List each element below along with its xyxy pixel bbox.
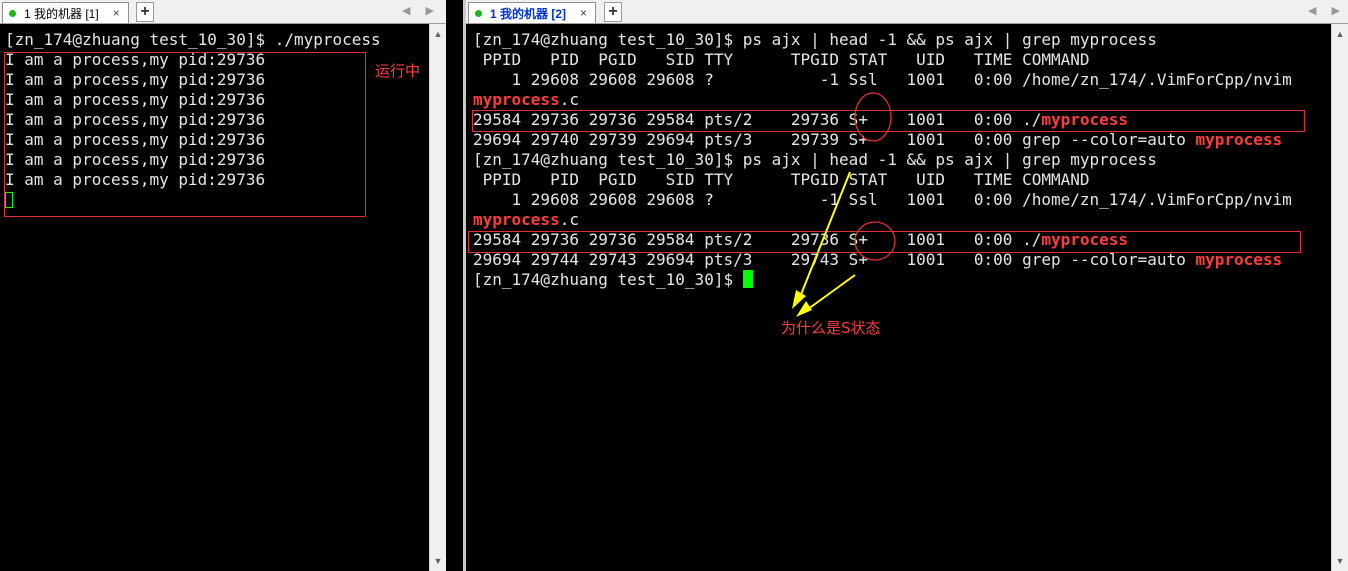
grep-match: myprocess (473, 90, 560, 109)
plus-icon: + (608, 3, 618, 20)
process-row-highlight-box (468, 231, 1301, 253)
left-tab-label: 1 我的机器 [1] (24, 6, 99, 21)
new-tab-button[interactable]: + (136, 2, 154, 22)
green-dot-icon (9, 9, 16, 17)
left-scrollbar[interactable]: ▲ ▼ (429, 24, 446, 571)
triangle-up-icon[interactable]: ▲ (1332, 26, 1348, 42)
command-line: [zn_174@zhuang test_10_30]$ ps ajx | hea… (473, 30, 1157, 49)
final-prompt: [zn_174@zhuang test_10_30]$ (473, 270, 743, 289)
close-icon[interactable]: × (113, 6, 120, 20)
triangle-down-icon[interactable]: ▼ (430, 553, 446, 569)
grep-match: myprocess (473, 210, 560, 229)
triangle-up-icon[interactable]: ▲ (430, 26, 446, 42)
new-tab-button[interactable]: + (604, 2, 622, 22)
left-session-tab[interactable]: 1 我的机器 [1] × (2, 2, 129, 23)
right-tab-bar: 1 我的机器 [2] × + ◀ ▶ (466, 0, 1348, 24)
right-tab-label: 1 我的机器 [2] (490, 6, 567, 21)
ps-header: PPID PID PGID SID TTY TPGID STAT UID TIM… (473, 50, 1090, 69)
left-terminal-pane[interactable]: 1 我的机器 [1] × + ◀ ▶ [zn_174@zhuang test_1… (0, 0, 446, 571)
terminal-cursor (742, 270, 753, 288)
green-dot-icon (475, 9, 482, 17)
s-state-question: 为什么是S状态 (781, 319, 881, 337)
triangle-down-icon[interactable]: ▼ (1332, 553, 1348, 569)
left-tab-bar: 1 我的机器 [1] × + ◀ ▶ (0, 0, 446, 24)
ps-row: 29694 29740 29739 29694 pts/3 29739 S+ 1… (473, 130, 1196, 149)
right-terminal-pane[interactable]: 1 我的机器 [2] × + ◀ ▶ [zn_174@zhuang test_1… (466, 0, 1348, 571)
command-line: [zn_174@zhuang test_10_30]$ ps ajx | hea… (473, 150, 1157, 169)
ps-header: PPID PID PGID SID TTY TPGID STAT UID TIM… (473, 170, 1090, 189)
running-annotation-box (4, 52, 366, 217)
tab-scroll-arrows[interactable]: ◀ ▶ (402, 4, 440, 17)
right-scrollbar[interactable]: ▲ ▼ (1331, 24, 1348, 571)
running-annotation: 运行中 (375, 62, 421, 80)
process-row-highlight-box (472, 110, 1305, 132)
ps-row: 1 29608 29608 29608 ? -1 Ssl 1001 0:00 /… (473, 70, 1292, 89)
close-icon[interactable]: × (580, 6, 587, 20)
tab-scroll-arrows[interactable]: ◀ ▶ (1308, 4, 1346, 17)
ps-row-wrap: .c (559, 210, 579, 229)
left-prompt-line: [zn_174@zhuang test_10_30]$ ./myprocess (5, 30, 381, 49)
ps-row: 1 29608 29608 29608 ? -1 Ssl 1001 0:00 /… (473, 190, 1292, 209)
plus-icon: + (140, 3, 150, 20)
ps-row-wrap: .c (559, 90, 579, 109)
grep-match: myprocess (1195, 130, 1283, 149)
right-session-tab[interactable]: 1 我的机器 [2] × (468, 2, 597, 23)
